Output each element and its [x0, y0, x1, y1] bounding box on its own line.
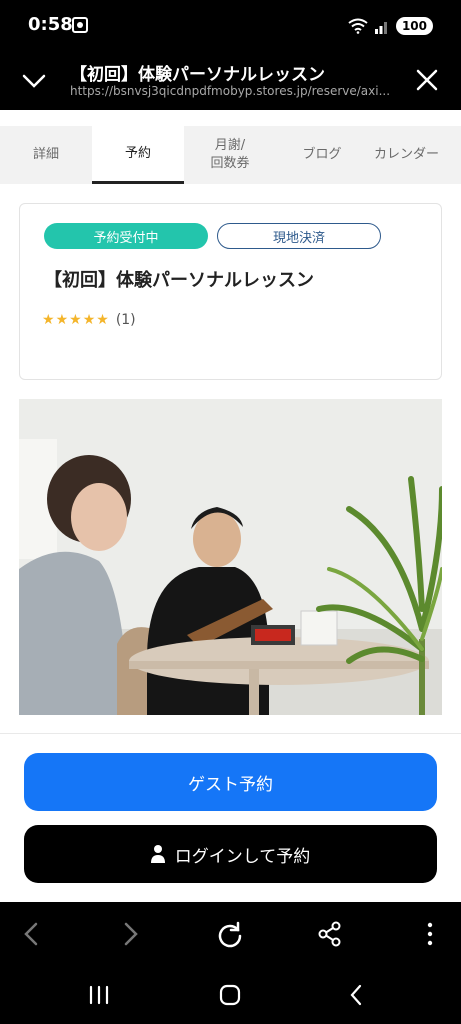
lesson-photo: [19, 399, 442, 715]
star-icon: ★: [96, 312, 109, 328]
back-nav-icon[interactable]: [344, 982, 370, 1008]
lesson-title: 【初回】体験パーソナルレッスン: [44, 270, 314, 291]
browser-toolbar: [0, 902, 461, 966]
back-icon[interactable]: [18, 920, 46, 948]
status-badge: 予約受付中: [44, 223, 208, 249]
reload-icon[interactable]: [216, 920, 244, 948]
status-time: 0:58: [28, 14, 73, 35]
tab-reserve[interactable]: 予約: [92, 126, 184, 184]
star-icon: ★: [82, 312, 96, 328]
screen-record-icon: [72, 17, 88, 33]
tab-calendar[interactable]: カレンダー: [368, 126, 461, 184]
forward-icon[interactable]: [116, 920, 144, 948]
more-icon[interactable]: [416, 920, 444, 948]
tab-details[interactable]: 詳細: [0, 126, 92, 184]
share-icon[interactable]: [316, 920, 344, 948]
person-icon: [150, 845, 165, 863]
rating-count: (1): [115, 312, 136, 328]
login-reserve-button[interactable]: ログインして予約: [24, 825, 437, 883]
battery-level: 100: [395, 17, 433, 35]
browser-title-bar: 【初回】体験パーソナルレッスン https://bsnvsj3qicdnpdfm…: [0, 52, 461, 110]
system-nav-bar: [0, 966, 461, 1024]
rating[interactable]: ★ ★ ★ ★ ★ (1): [42, 312, 136, 328]
home-icon[interactable]: [217, 982, 243, 1008]
page-content: 詳細 予約 月謝/ 回数券 ブログ カレンダー 予約受付中 現地決済 【初回】体…: [0, 110, 461, 902]
chevron-down-icon[interactable]: [20, 66, 48, 94]
action-area: ゲスト予約 ログインして予約: [0, 733, 461, 902]
page-url: https://bsnvsj3qicdnpdfmobyp.stores.jp/r…: [70, 84, 391, 98]
star-icon: ★: [55, 312, 69, 328]
tab-tickets[interactable]: 月謝/ 回数券: [184, 126, 276, 184]
signal-icon: [374, 22, 387, 34]
lesson-card: 予約受付中 現地決済 【初回】体験パーソナルレッスン ★ ★ ★ ★ ★ (1): [19, 203, 442, 380]
tab-bar: 詳細 予約 月謝/ 回数券 ブログ カレンダー: [0, 126, 461, 184]
star-icon: ★: [69, 312, 82, 328]
close-icon[interactable]: [413, 66, 441, 94]
photo-illustration: [19, 399, 442, 715]
login-reserve-label: ログインして予約: [174, 846, 311, 867]
wifi-icon: [348, 18, 368, 34]
status-indicators: 100: [348, 16, 433, 36]
tab-blog[interactable]: ブログ: [276, 126, 368, 184]
recent-apps-icon[interactable]: [86, 982, 112, 1008]
page-title: 【初回】体験パーソナルレッスン: [70, 65, 325, 85]
payment-badge: 現地決済: [217, 223, 381, 249]
guest-reserve-button[interactable]: ゲスト予約: [24, 753, 437, 811]
status-bar: 0:58 100: [0, 0, 461, 52]
star-icon: ★: [42, 312, 55, 328]
